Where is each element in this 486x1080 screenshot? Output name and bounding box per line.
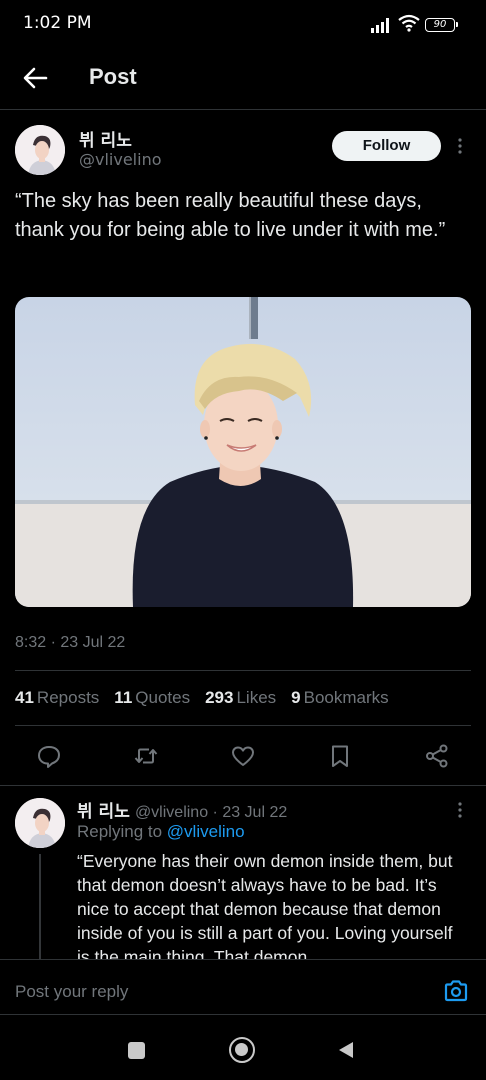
stat-reposts[interactable]: 41 Reposts	[15, 688, 114, 707]
follow-button[interactable]: Follow	[332, 131, 441, 161]
replying-to-link[interactable]: @vlivelino	[167, 822, 245, 841]
reply-avatar[interactable]	[15, 798, 65, 848]
battery-icon: 90	[425, 18, 458, 32]
reply-composer[interactable]: Post your reply	[0, 959, 486, 1015]
bookmark-icon[interactable]	[327, 743, 353, 769]
top-bar: Post	[0, 50, 486, 110]
status-bar: 1:02 PM 90	[0, 0, 486, 50]
page-title: Post	[89, 64, 137, 89]
more-options-icon[interactable]	[455, 136, 465, 156]
stat-bookmarks[interactable]: 9 Bookmarks	[291, 688, 404, 707]
repost-icon[interactable]	[133, 743, 159, 769]
back-arrow-icon[interactable]	[22, 65, 48, 91]
status-time: 1:02 PM	[23, 13, 92, 33]
reply-meta: @vlivelino · 23 Jul 22	[134, 804, 288, 821]
reply-author-name[interactable]: 뷔 리노	[77, 802, 130, 822]
tweet-text: “The sky has been really beautiful these…	[15, 190, 446, 241]
wifi-icon	[398, 14, 420, 32]
engagement-stats: 41 Reposts 11 Quotes 293 Likes 9 Bookmarks	[15, 688, 404, 708]
reply-text: “Everyone has their own demon inside the…	[77, 851, 453, 959]
stat-likes[interactable]: 293 Likes	[205, 688, 291, 707]
reply-input[interactable]: Post your reply	[15, 982, 128, 1002]
reply-more-options-icon[interactable]	[455, 800, 465, 820]
tweet-timestamp: 8:32 · 23 Jul 22	[15, 634, 126, 651]
signal-icon	[371, 18, 389, 33]
thread-line	[39, 854, 41, 964]
divider	[15, 670, 471, 671]
divider	[15, 725, 471, 726]
reply-icon[interactable]	[36, 743, 62, 769]
reply-header: 뷔 리노 @vlivelino · 23 Jul 22	[77, 797, 287, 822]
home-icon[interactable]	[229, 1037, 255, 1063]
system-back-icon[interactable]	[337, 1040, 355, 1060]
replying-to: Replying to @vlivelino	[77, 822, 245, 841]
author-avatar[interactable]	[15, 125, 65, 175]
tweet-photo[interactable]	[15, 297, 471, 607]
stat-quotes[interactable]: 11 Quotes	[114, 688, 205, 707]
camera-icon[interactable]	[443, 979, 469, 1003]
divider	[0, 785, 486, 786]
system-nav-bar	[0, 1015, 486, 1080]
recents-icon[interactable]	[128, 1042, 145, 1059]
author-name[interactable]: 뷔 리노	[79, 126, 132, 151]
like-icon[interactable]	[230, 743, 256, 769]
author-handle[interactable]: @vlivelino	[79, 150, 162, 169]
share-icon[interactable]	[424, 743, 450, 769]
